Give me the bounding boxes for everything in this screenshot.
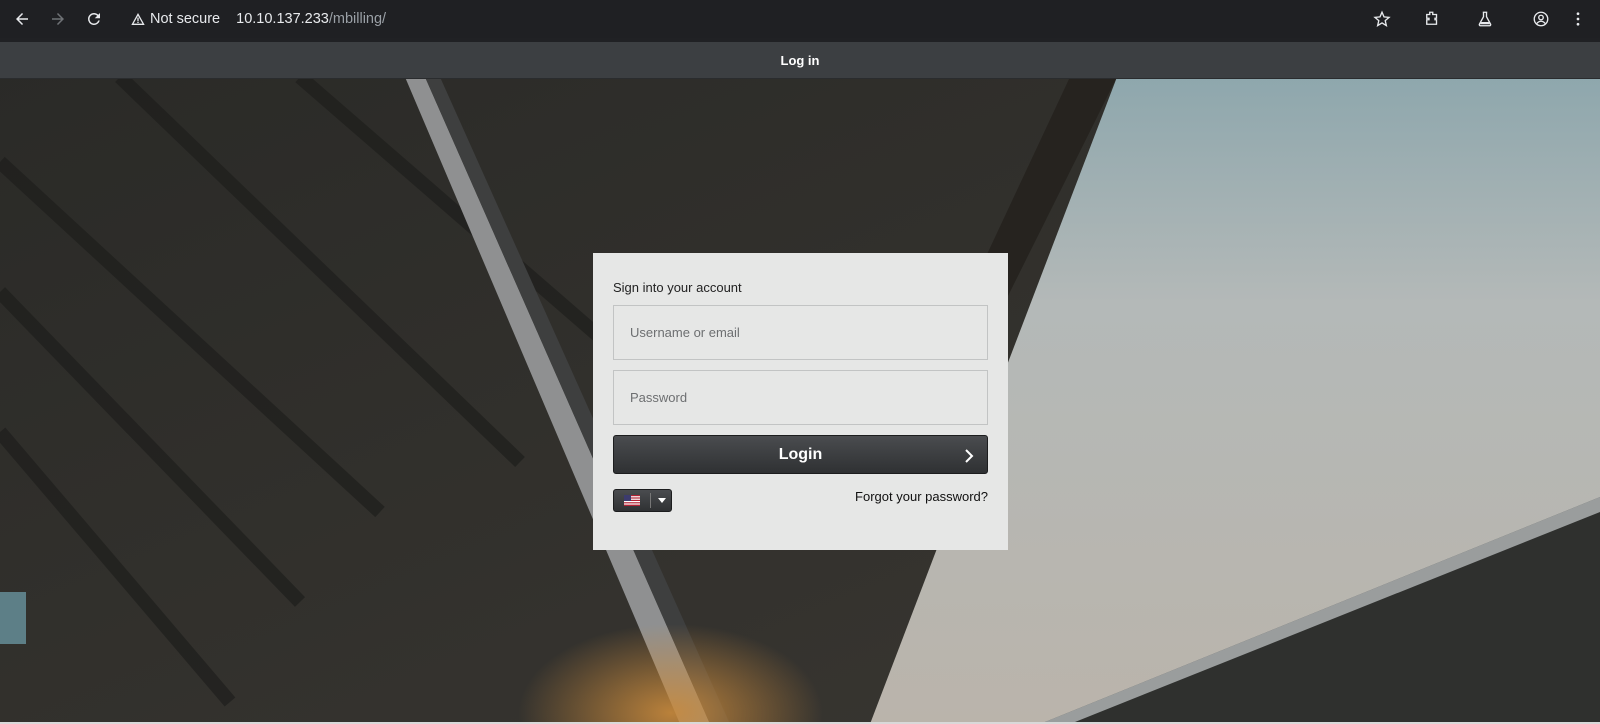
account-circle-icon [1533, 11, 1549, 27]
arrow-left-icon [16, 13, 28, 25]
page-content: Log in Sign into your account Login Forg… [0, 42, 1600, 724]
login-button-label: Login [778, 445, 823, 463]
login-heading: Sign into your account [613, 280, 742, 295]
arrow-right-icon [52, 13, 64, 25]
language-select-divider [650, 493, 651, 508]
more-vert-icon [1576, 12, 1580, 26]
password-input[interactable] [613, 370, 988, 425]
star-icon [1373, 10, 1391, 27]
browser-menu-button[interactable] [1563, 4, 1593, 34]
forward-button[interactable] [43, 4, 73, 34]
forgot-password-link[interactable]: Forgot your password? [855, 489, 988, 504]
caret-down-icon [658, 498, 666, 503]
address-bar[interactable]: Not secure 10.10.137.233/mbilling/ [122, 4, 1332, 34]
language-select[interactable] [613, 489, 672, 512]
puzzle-icon [1426, 11, 1438, 25]
security-label[interactable]: Not secure [150, 11, 220, 27]
login-panel: Sign into your account Login Forgot your… [593, 253, 1008, 550]
profile-button[interactable] [1526, 4, 1556, 34]
labs-button[interactable] [1470, 4, 1500, 34]
extensions-button[interactable] [1417, 4, 1447, 34]
page-title: Log in [780, 52, 820, 68]
flask-icon [1478, 11, 1492, 27]
browser-toolbar: Not secure 10.10.137.233/mbilling/ [0, 0, 1600, 38]
back-button[interactable] [7, 4, 37, 34]
username-input[interactable] [613, 305, 988, 360]
url-path: /mbilling/ [328, 11, 387, 27]
reload-button[interactable] [79, 4, 109, 34]
chevron-right-icon [965, 449, 974, 463]
warning-icon [130, 11, 146, 27]
login-button[interactable]: Login [613, 435, 988, 474]
url-host: 10.10.137.233 [236, 11, 329, 27]
page-header: Log in [0, 42, 1600, 79]
reload-icon [87, 12, 100, 25]
bookmark-button[interactable] [1367, 4, 1397, 34]
us-flag-icon [624, 495, 640, 506]
